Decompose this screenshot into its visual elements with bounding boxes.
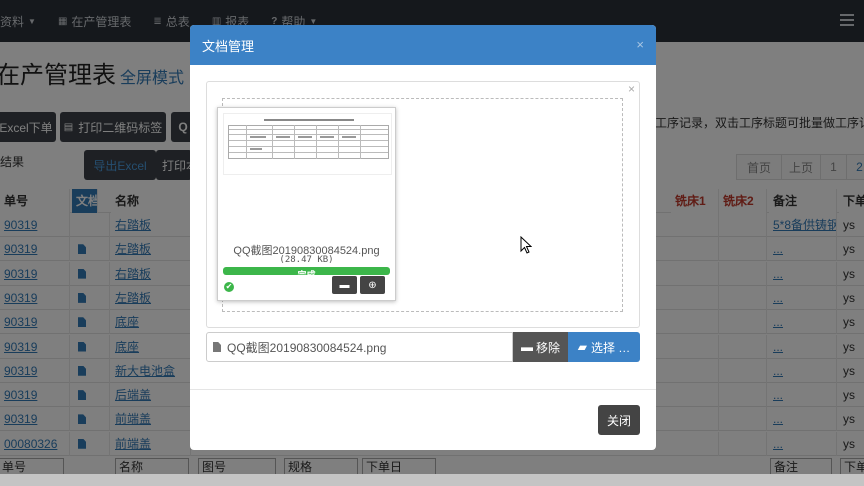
modal-footer-divider — [190, 389, 656, 390]
file-caption-input[interactable]: QQ截图20190830084524.png — [206, 332, 513, 362]
file-preview-card: QQ截图20190830084524.png (28.47 KB) 完成 ✔ ▬… — [217, 107, 396, 301]
modal-title: 文档管理 — [202, 38, 255, 54]
file-thumbnail[interactable] — [223, 113, 392, 175]
delete-file-button[interactable]: ▬ — [332, 276, 357, 294]
zoom-file-button[interactable]: ⊕ — [360, 276, 385, 294]
modal-header: 文档管理 — [190, 25, 656, 65]
close-button[interactable]: 关闭 — [598, 405, 640, 435]
file-icon — [213, 342, 221, 352]
document-management-modal: 文档管理 × × QQ截图20190830084524.png (28.47 K… — [190, 25, 656, 450]
remove-button[interactable]: ▬ 移除 — [513, 332, 568, 362]
trash-icon: ▬ — [520, 340, 533, 354]
dropzone-close-icon[interactable]: × — [628, 82, 635, 96]
folder-open-icon: ▰ — [577, 340, 587, 354]
zoom-icon: ⊕ — [368, 279, 377, 291]
trash-icon: ▬ — [339, 279, 350, 291]
check-circle-icon: ✔ — [224, 282, 234, 292]
mouse-cursor-icon — [520, 236, 532, 254]
file-size: (28.47 KB) — [279, 255, 334, 265]
horizontal-scrollbar[interactable] — [0, 474, 864, 486]
select-file-button[interactable]: ▰ 选择 … — [568, 332, 640, 362]
modal-close-icon[interactable]: × — [636, 37, 644, 52]
